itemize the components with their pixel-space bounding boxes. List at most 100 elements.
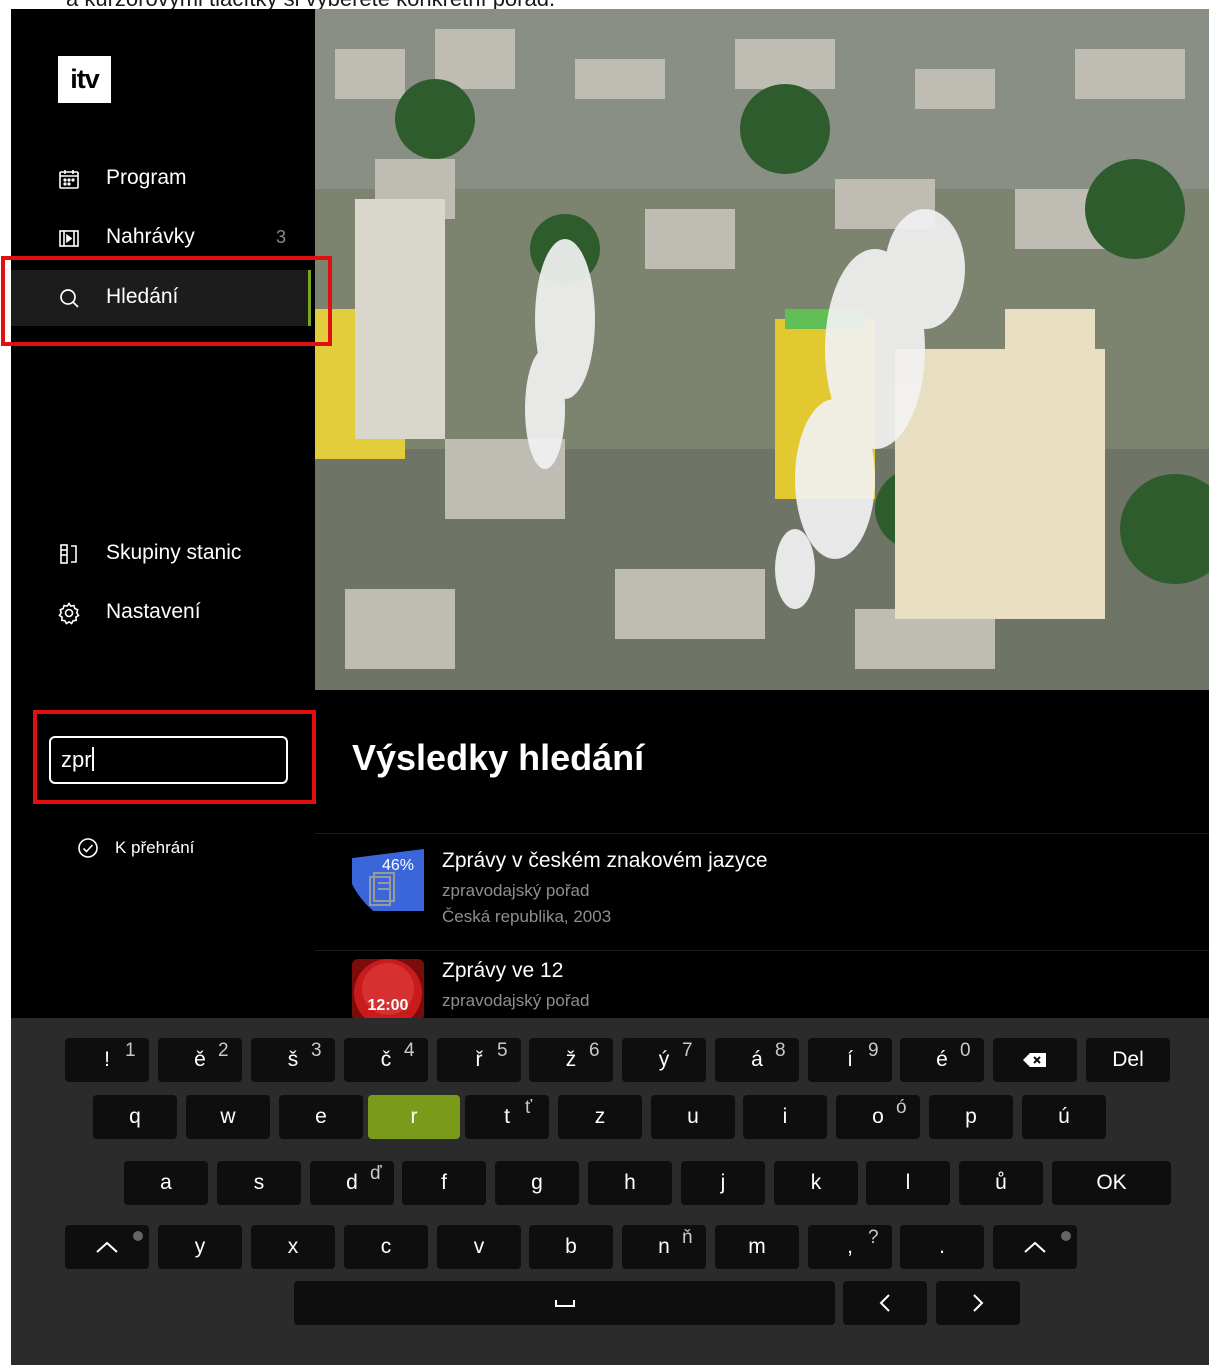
key-label: s (253, 1171, 265, 1194)
recordings-count-badge: 3 (275, 227, 286, 247)
key-label: á (751, 1048, 763, 1071)
sidebar-item-program[interactable]: Program (11, 151, 311, 207)
key-label: ž (565, 1048, 577, 1071)
sidebar-item-settings[interactable]: Nastavení (11, 585, 311, 641)
result-title: Zprávy ve 12 (442, 959, 564, 982)
result-title: Zprávy v českém znakovém jazyce (442, 849, 768, 872)
results-heading: Výsledky hledání (352, 737, 645, 778)
key-label: i (782, 1105, 788, 1128)
key-ú[interactable]: ú (1022, 1095, 1106, 1139)
key-alt-char: 3 (311, 1040, 322, 1061)
progress-badge: 46% (382, 857, 414, 874)
key-š[interactable]: š3 (251, 1038, 335, 1082)
key-label: . (939, 1235, 945, 1258)
itv-logo: itv (58, 56, 111, 103)
key-o[interactable]: oó (836, 1095, 920, 1139)
key-b[interactable]: b (529, 1225, 613, 1269)
key-e[interactable]: e (279, 1095, 363, 1139)
key-label: h (624, 1171, 636, 1194)
key-label: ě (194, 1048, 206, 1071)
key-i[interactable]: i (743, 1095, 827, 1139)
key-c[interactable]: c (344, 1225, 428, 1269)
delete-key[interactable]: Del (1086, 1038, 1170, 1082)
filter-playable-toggle[interactable]: K přehrání (77, 837, 194, 859)
key-p[interactable]: p (929, 1095, 1013, 1139)
key-label: j (720, 1171, 726, 1194)
search-input[interactable]: zpr (49, 736, 288, 784)
key-g[interactable]: g (495, 1161, 579, 1205)
key-label: é (936, 1048, 948, 1071)
key-label: m (748, 1235, 766, 1258)
key-y[interactable]: y (158, 1225, 242, 1269)
hero-preview-image (315, 9, 1209, 690)
key-label: , (847, 1235, 853, 1258)
key-é[interactable]: é0 (900, 1038, 984, 1082)
key-s[interactable]: s (217, 1161, 301, 1205)
backspace-key[interactable] (993, 1038, 1077, 1082)
shift-key[interactable] (65, 1225, 149, 1269)
key-n[interactable]: nň (622, 1225, 706, 1269)
search-icon (57, 286, 81, 310)
key-u[interactable]: u (651, 1095, 735, 1139)
key-f[interactable]: f (402, 1161, 486, 1205)
sidebar-item-recordings[interactable]: Nahrávky 3 (11, 210, 311, 266)
key-label: OK (1096, 1171, 1127, 1194)
key-d[interactable]: dď (310, 1161, 394, 1205)
key-label: b (565, 1235, 577, 1258)
filter-label: K přehrání (115, 838, 195, 857)
key-á[interactable]: á8 (715, 1038, 799, 1082)
key-alt-char: 1 (125, 1040, 136, 1061)
key-label: g (531, 1171, 543, 1194)
key-ě[interactable]: ě2 (158, 1038, 242, 1082)
key-č[interactable]: č4 (344, 1038, 428, 1082)
key-label: k (810, 1171, 822, 1194)
key-x[interactable]: x (251, 1225, 335, 1269)
key-ž[interactable]: ž6 (529, 1038, 613, 1082)
key-w[interactable]: w (186, 1095, 270, 1139)
sidebar-item-search[interactable]: Hledání (11, 270, 311, 326)
key-a[interactable]: a (124, 1161, 208, 1205)
channel-groups-icon (57, 542, 81, 566)
key-alt-char: ó (896, 1097, 907, 1118)
sidebar-item-label: Nahrávky (106, 225, 195, 248)
key-label: ů (995, 1171, 1007, 1194)
key-z[interactable]: z (558, 1095, 642, 1139)
key-alt-char: 9 (868, 1040, 879, 1061)
shift-key[interactable] (993, 1225, 1077, 1269)
key-k[interactable]: k (774, 1161, 858, 1205)
key-alt-char: 6 (589, 1040, 600, 1061)
key-label: č (380, 1048, 392, 1071)
key-.[interactable]: . (900, 1225, 984, 1269)
key-v[interactable]: v (437, 1225, 521, 1269)
key-ř[interactable]: ř5 (437, 1038, 521, 1082)
key-![interactable]: ! 1 (65, 1038, 149, 1082)
key-j[interactable]: j (681, 1161, 765, 1205)
ok-key[interactable]: OK (1052, 1161, 1171, 1205)
sidebar-item-channel-groups[interactable]: Skupiny stanic (11, 526, 311, 582)
sidebar: itv Program Nahrávky 3 Hledání Skupiny s… (11, 9, 315, 1019)
key-label: z (594, 1105, 606, 1128)
key-m[interactable]: m (715, 1225, 799, 1269)
key-l[interactable]: l (866, 1161, 950, 1205)
key-í[interactable]: í9 (808, 1038, 892, 1082)
result-item[interactable]: 46% Zprávy v českém znakovém jazyce zpra… (315, 833, 1209, 948)
cursor-left-key[interactable] (843, 1281, 927, 1325)
tv-screen: itv Program Nahrávky 3 Hledání Skupiny s… (11, 9, 1209, 1365)
key-label: n (658, 1235, 670, 1258)
key-label: r (410, 1105, 418, 1128)
key-,[interactable]: ,? (808, 1225, 892, 1269)
result-thumbnail: 46% (352, 849, 424, 911)
key-alt-char: ? (868, 1227, 879, 1248)
key-alt-char: ň (682, 1227, 693, 1248)
cursor-right-key[interactable] (936, 1281, 1020, 1325)
space-key[interactable] (294, 1281, 835, 1325)
film-icon (57, 226, 81, 250)
key-t[interactable]: tť (465, 1095, 549, 1139)
key-label: y (194, 1235, 206, 1258)
key-q[interactable]: q (93, 1095, 177, 1139)
text-caret (91, 747, 94, 771)
key-ý[interactable]: ý7 (622, 1038, 706, 1082)
key-h[interactable]: h (588, 1161, 672, 1205)
key-r[interactable]: r (368, 1095, 460, 1139)
key-ů[interactable]: ů (959, 1161, 1043, 1205)
